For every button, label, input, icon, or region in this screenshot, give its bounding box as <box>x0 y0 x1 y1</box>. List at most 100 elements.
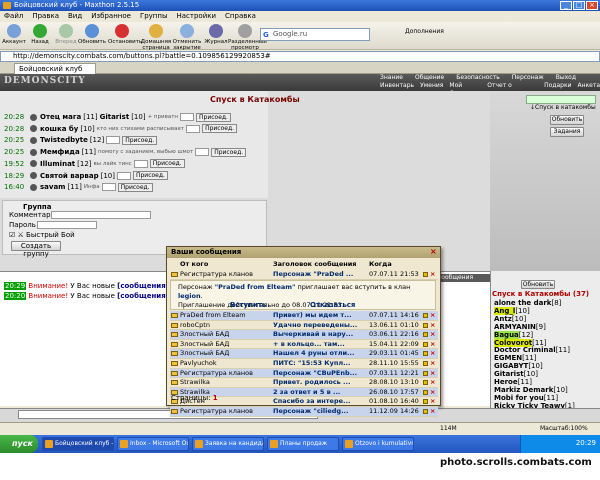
message-row[interactable]: Strawilka Привет. родилось ... 28.08.10 13… <box>170 378 438 388</box>
message-row[interactable]: Злостный БАД Нашел 4 руны отли... 29.03.11… <box>170 349 438 359</box>
join-group-button[interactable]: Присоед. <box>122 135 158 145</box>
join-group-button[interactable]: Присоед. <box>149 159 185 169</box>
delete-icon[interactable]: × <box>430 359 435 368</box>
catacombs-link[interactable]: ↓Спуск в катакомбы <box>530 104 596 111</box>
player-name[interactable]: EGMEN <box>494 354 522 362</box>
reply-icon[interactable] <box>423 389 428 395</box>
menu-help[interactable]: Справка <box>225 11 256 22</box>
zoom-level[interactable]: Масштаб:100% <box>540 425 588 432</box>
group-leader-name[interactable]: savam <box>40 182 65 192</box>
group-password-field[interactable] <box>106 136 121 145</box>
menu-favorites[interactable]: Избранное <box>91 11 131 22</box>
password-field[interactable] <box>37 221 97 229</box>
message-row[interactable]: Pavlyuchok ПИТС: "15:53 Купл... 28.11.10 1… <box>170 359 438 369</box>
nav-security[interactable]: Безопасность <box>456 74 500 82</box>
message-subject[interactable]: Вычеркивай в нару... <box>273 330 367 339</box>
message-subject[interactable]: Привет. родилось ... <box>273 378 367 387</box>
message-row[interactable]: Регистратура кланов Персонаж "CBuPEnb... 0… <box>170 368 438 379</box>
close-icon[interactable]: × <box>430 248 438 257</box>
search-input[interactable]: G Google.ru <box>260 28 370 41</box>
player-name[interactable]: Ang_l <box>494 306 516 315</box>
clan-link[interactable]: legion <box>178 292 201 300</box>
message-subject[interactable]: Спасибо за интере... <box>273 397 367 406</box>
reply-icon[interactable] <box>423 332 428 338</box>
delete-icon[interactable]: × <box>430 407 435 416</box>
delete-icon[interactable]: × <box>430 378 435 387</box>
message-row[interactable]: PraDed from Elteam Привет) мы идем т... 07… <box>170 311 438 321</box>
nav-knowledge[interactable]: Знание <box>380 74 403 82</box>
reply-icon[interactable] <box>423 380 428 386</box>
reject-invite-link[interactable]: Отказаться <box>310 301 355 309</box>
reply-icon[interactable] <box>423 370 428 376</box>
delete-icon[interactable]: × <box>430 369 435 378</box>
group-leader-name[interactable]: Мемфида <box>40 147 80 157</box>
join-group-button[interactable]: Присоед. <box>196 112 231 122</box>
stop-button[interactable]: Остановить <box>108 23 142 49</box>
message-row[interactable]: Регистратура кланов Персонаж "PraDed ... 0… <box>170 270 438 280</box>
message-subject[interactable]: Персонаж "CBuPEnb... <box>273 369 367 378</box>
home-button[interactable]: Домашняя страница <box>140 23 172 51</box>
group-password-field[interactable] <box>195 148 210 157</box>
delete-icon[interactable]: × <box>430 340 435 349</box>
addons-button[interactable]: Дополнения <box>405 28 444 35</box>
group-password-field[interactable] <box>186 124 201 133</box>
reply-icon[interactable] <box>423 351 428 357</box>
minimize-button[interactable]: _ <box>560 1 572 10</box>
forward-button[interactable]: Вперед <box>52 23 80 49</box>
delete-icon[interactable]: × <box>430 270 435 279</box>
reply-icon[interactable] <box>423 399 428 405</box>
delete-icon[interactable]: × <box>430 397 435 406</box>
taskbar-item[interactable]: Заявка на кандидат... <box>192 437 264 451</box>
group-leader-name[interactable]: Святой варвар <box>40 171 99 181</box>
account-button[interactable]: Аккаунт <box>0 23 28 49</box>
history-button[interactable]: Журнал <box>202 23 230 49</box>
join-group-button[interactable]: Присоед. <box>202 124 238 134</box>
nav-exit[interactable]: Выход <box>556 74 576 82</box>
reply-icon[interactable] <box>423 313 428 318</box>
maximize-button[interactable]: □ <box>573 1 585 10</box>
player-name[interactable]: Colovorot <box>494 338 533 347</box>
message-subject[interactable]: Персонаж "ciliedg... <box>273 407 367 416</box>
player-name[interactable]: Bagua <box>494 330 519 339</box>
join-group-button[interactable]: Присоед. <box>117 182 153 192</box>
address-bar[interactable]: http://demonscity.combats.com/buttons.pl… <box>0 51 600 62</box>
group-password-field[interactable] <box>133 159 148 168</box>
tab-fight-club[interactable]: Бойцовский клуб <box>14 63 96 74</box>
message-row[interactable]: Злостный БАД + в кольцо... там... 15.04.11… <box>170 340 438 350</box>
split-view-button[interactable]: Разделенный просмотр <box>228 23 267 51</box>
menu-view[interactable]: Вид <box>68 11 82 22</box>
player-name[interactable]: Doctor Criminal <box>494 346 556 354</box>
message-subject[interactable]: 2 за ответ и 5 в ... <box>273 388 367 397</box>
join-group-button[interactable]: Присоед. <box>211 147 247 157</box>
reply-icon[interactable] <box>423 361 428 366</box>
taskbar-item[interactable]: Бойцовский клуб -... <box>42 437 114 451</box>
group-leader-name[interactable]: Отец мага <box>40 112 81 122</box>
message-row[interactable]: Злостный БАД Вычеркивай в нару... 03.06.11… <box>170 330 438 340</box>
join-group-button[interactable]: Присоед. <box>132 171 168 180</box>
delete-icon[interactable]: × <box>430 330 435 339</box>
delete-icon[interactable]: × <box>430 311 435 320</box>
group-password-field[interactable] <box>101 183 116 192</box>
message-subject[interactable]: Удачно переведены... <box>273 321 367 330</box>
player-name[interactable]: ARMYANIN <box>494 323 536 331</box>
message-row[interactable]: Регистратура кланов Персонаж "ciliedg... 1… <box>170 407 438 417</box>
page-link[interactable]: 1 <box>213 394 218 402</box>
message-subject[interactable]: Привет) мы идем т... <box>273 311 367 320</box>
menu-file[interactable]: Файл <box>4 11 23 22</box>
taskbar-item[interactable]: Inbox - Microsoft Ou... <box>117 437 189 451</box>
message-subject[interactable]: Нашел 4 руны отли... <box>273 349 367 358</box>
reply-icon[interactable] <box>423 341 428 347</box>
close-window-button[interactable]: × <box>586 1 598 10</box>
nav-communication[interactable]: Общение <box>415 74 444 82</box>
message-subject[interactable]: Персонаж "PraDed ... <box>273 270 367 279</box>
menu-edit[interactable]: Правка <box>32 11 59 22</box>
message-row[interactable]: roboCptn Удачно переведены... 13.06.11 01:… <box>170 321 438 331</box>
comment-field[interactable] <box>51 211 151 219</box>
message-subject[interactable]: ПИТС: "15:53 Купл... <box>273 359 367 368</box>
accept-invite-link[interactable]: Вступить <box>230 301 266 309</box>
undo-close-button[interactable]: Отменить закрытие <box>172 23 202 51</box>
player-name[interactable]: alone the dark <box>494 299 551 307</box>
group-password-field[interactable] <box>180 113 194 121</box>
player-name[interactable]: Gitarist <box>494 370 524 378</box>
group-leader-name[interactable]: Illuminat <box>40 159 75 169</box>
